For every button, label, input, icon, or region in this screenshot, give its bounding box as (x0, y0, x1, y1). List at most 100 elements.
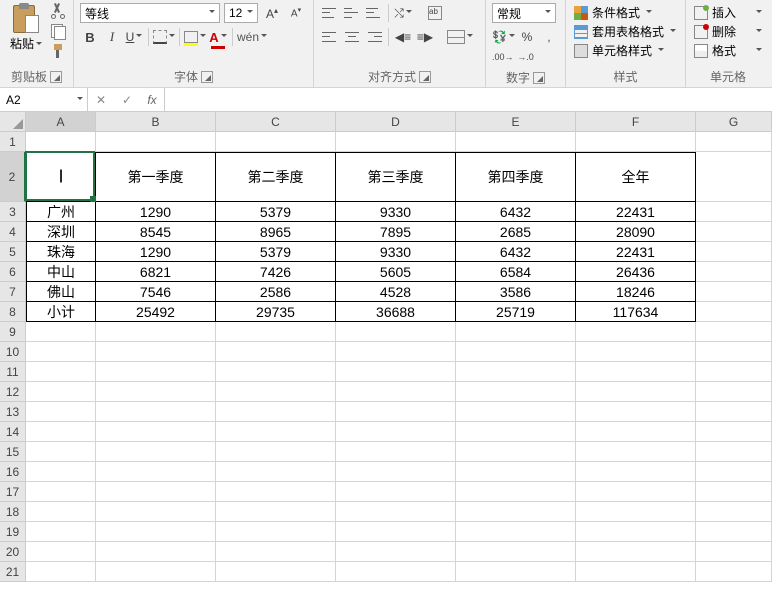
table-format-button[interactable]: 套用表格格式 (572, 22, 679, 41)
cell-B5[interactable]: 1290 (96, 242, 216, 262)
cell-B12[interactable] (96, 382, 216, 402)
cell-F12[interactable] (576, 382, 696, 402)
cell-C19[interactable] (216, 522, 336, 542)
bold-button[interactable]: B (80, 27, 100, 47)
confirm-edit-button[interactable]: ✓ (114, 93, 140, 107)
cell-F2[interactable]: 全年 (576, 152, 696, 202)
font-size-select[interactable]: 12 (224, 3, 258, 23)
cell-D8[interactable]: 36688 (336, 302, 456, 322)
cell-F18[interactable] (576, 502, 696, 522)
cell-D19[interactable] (336, 522, 456, 542)
increase-decimal-button[interactable]: .00→ (492, 47, 514, 67)
align-left-button[interactable] (320, 27, 340, 47)
decrease-indent-button[interactable]: ◀≡ (393, 27, 413, 47)
cell-B20[interactable] (96, 542, 216, 562)
cell-G6[interactable] (696, 262, 772, 282)
cell-D10[interactable] (336, 342, 456, 362)
cell-G12[interactable] (696, 382, 772, 402)
cell-C16[interactable] (216, 462, 336, 482)
row-header-19[interactable]: 19 (0, 522, 26, 542)
cell-C9[interactable] (216, 322, 336, 342)
cell-B6[interactable]: 6821 (96, 262, 216, 282)
conditional-format-button[interactable]: 条件格式 (572, 3, 679, 22)
percent-button[interactable]: % (517, 27, 537, 47)
row-header-8[interactable]: 8 (0, 302, 26, 322)
cell-C3[interactable]: 5379 (216, 202, 336, 222)
cell-G1[interactable] (696, 132, 772, 152)
row-header-3[interactable]: 3 (0, 202, 26, 222)
cell-F6[interactable]: 26436 (576, 262, 696, 282)
cell-G11[interactable] (696, 362, 772, 382)
row-header-9[interactable]: 9 (0, 322, 26, 342)
cell-style-button[interactable]: 单元格样式 (572, 41, 679, 60)
cell-B4[interactable]: 8545 (96, 222, 216, 242)
cell-C21[interactable] (216, 562, 336, 582)
cell-E4[interactable]: 2685 (456, 222, 576, 242)
cell-G18[interactable] (696, 502, 772, 522)
cell-C5[interactable]: 5379 (216, 242, 336, 262)
cancel-edit-button[interactable]: ✕ (88, 93, 114, 107)
cell-C6[interactable]: 7426 (216, 262, 336, 282)
format-cells-button[interactable]: 格式 (692, 41, 764, 60)
row-header-18[interactable]: 18 (0, 502, 26, 522)
italic-button[interactable]: I (102, 27, 122, 47)
cell-F15[interactable] (576, 442, 696, 462)
cell-F20[interactable] (576, 542, 696, 562)
column-header-F[interactable]: F (576, 112, 696, 132)
cell-C18[interactable] (216, 502, 336, 522)
cell-G15[interactable] (696, 442, 772, 462)
cell-C15[interactable] (216, 442, 336, 462)
cell-D20[interactable] (336, 542, 456, 562)
cell-C10[interactable] (216, 342, 336, 362)
number-format-select[interactable]: 常规 (492, 3, 556, 23)
cell-D17[interactable] (336, 482, 456, 502)
cell-B10[interactable] (96, 342, 216, 362)
cell-C12[interactable] (216, 382, 336, 402)
cell-E5[interactable]: 6432 (456, 242, 576, 262)
cell-E10[interactable] (456, 342, 576, 362)
cell-G21[interactable] (696, 562, 772, 582)
cell-G8[interactable] (696, 302, 772, 322)
cell-A15[interactable] (26, 442, 96, 462)
cell-D14[interactable] (336, 422, 456, 442)
cell-G3[interactable] (696, 202, 772, 222)
cell-C14[interactable] (216, 422, 336, 442)
cell-E13[interactable] (456, 402, 576, 422)
row-header-6[interactable]: 6 (0, 262, 26, 282)
column-header-E[interactable]: E (456, 112, 576, 132)
cell-A7[interactable]: 佛山 (26, 282, 96, 302)
cell-D15[interactable] (336, 442, 456, 462)
cell-A19[interactable] (26, 522, 96, 542)
cell-E12[interactable] (456, 382, 576, 402)
delete-cells-button[interactable]: 删除 (692, 22, 764, 41)
cut-button[interactable] (50, 3, 66, 19)
cell-A1[interactable] (26, 132, 96, 152)
cell-F7[interactable]: 18246 (576, 282, 696, 302)
row-header-20[interactable]: 20 (0, 542, 26, 562)
cell-A8[interactable]: 小计 (26, 302, 96, 322)
column-header-B[interactable]: B (96, 112, 216, 132)
row-header-21[interactable]: 21 (0, 562, 26, 582)
cell-G10[interactable] (696, 342, 772, 362)
row-header-16[interactable]: 16 (0, 462, 26, 482)
cell-D12[interactable] (336, 382, 456, 402)
cell-B18[interactable] (96, 502, 216, 522)
clipboard-dialog-launcher[interactable] (50, 71, 62, 83)
align-center-button[interactable] (342, 27, 362, 47)
merge-button[interactable] (447, 27, 473, 47)
cell-E11[interactable] (456, 362, 576, 382)
column-header-D[interactable]: D (336, 112, 456, 132)
cell-B21[interactable] (96, 562, 216, 582)
accounting-format-button[interactable]: 💱 (492, 27, 515, 47)
cell-A12[interactable] (26, 382, 96, 402)
cell-F17[interactable] (576, 482, 696, 502)
row-header-4[interactable]: 4 (0, 222, 26, 242)
row-header-15[interactable]: 15 (0, 442, 26, 462)
cell-G17[interactable] (696, 482, 772, 502)
cell-E9[interactable] (456, 322, 576, 342)
cell-E7[interactable]: 3586 (456, 282, 576, 302)
cell-A16[interactable] (26, 462, 96, 482)
cell-C4[interactable]: 8965 (216, 222, 336, 242)
cell-F3[interactable]: 22431 (576, 202, 696, 222)
cell-F9[interactable] (576, 322, 696, 342)
